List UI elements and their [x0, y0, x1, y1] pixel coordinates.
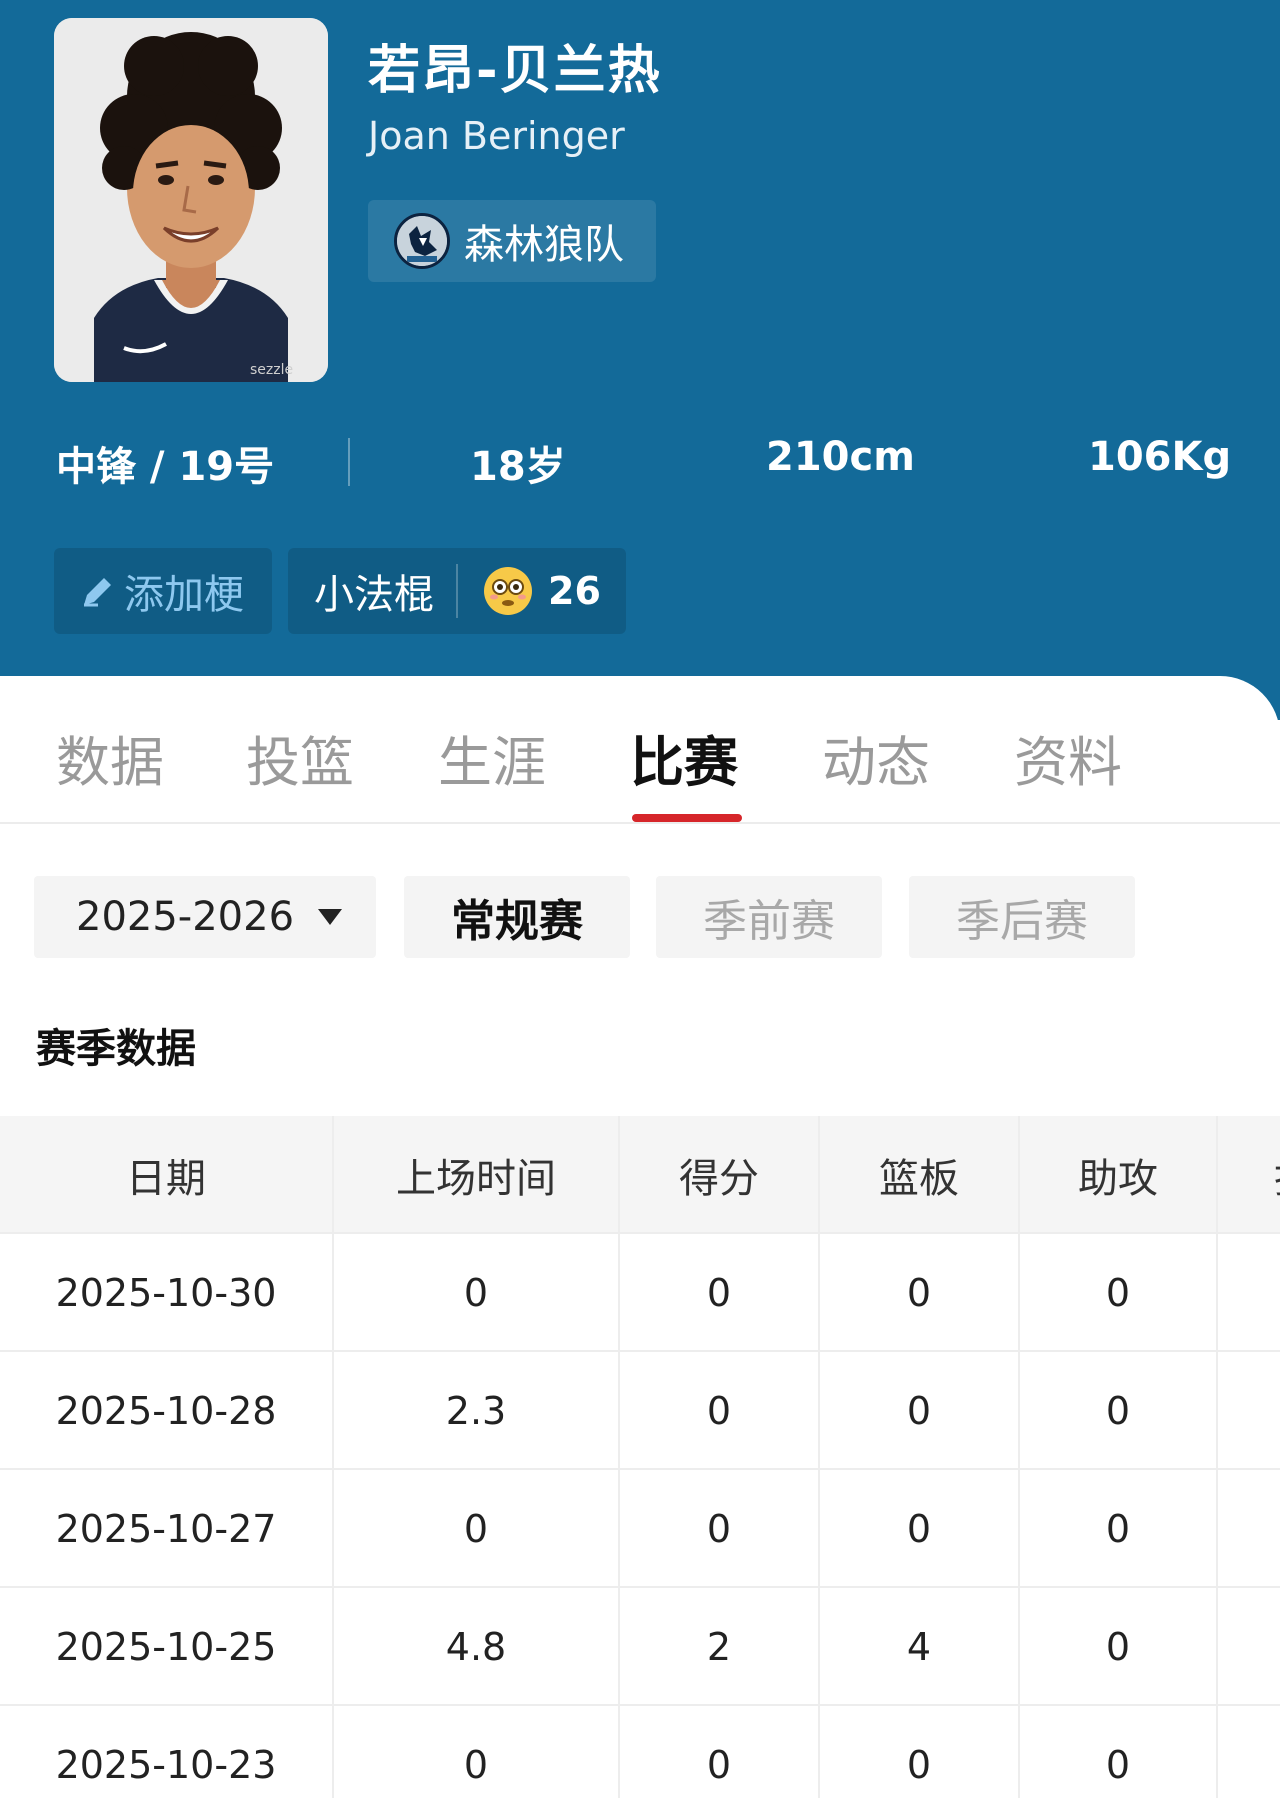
team-badge[interactable]: 森林狼队: [368, 200, 656, 282]
minutes-cell: 0: [334, 1234, 620, 1352]
table-row[interactable]: 2025-10-27 0 0 0 0: [0, 1470, 1280, 1588]
info-divider: [348, 438, 350, 486]
points-cell: 0: [620, 1470, 820, 1588]
minutes-cell: 2.3: [334, 1352, 620, 1470]
steals-cell: [1218, 1352, 1280, 1470]
points-cell: 0: [620, 1706, 820, 1798]
add-nickname-label: 添加梗: [124, 572, 244, 618]
add-nickname-button[interactable]: 添加梗: [54, 548, 272, 634]
column-header[interactable]: 篮板: [820, 1116, 1020, 1234]
minutes-cell: 0: [334, 1470, 620, 1588]
nickname-count: 26: [548, 569, 601, 613]
player-photo: sezzle: [54, 18, 328, 382]
table-row[interactable]: 2025-10-25 4.8 2 4 0: [0, 1588, 1280, 1706]
date-cell: 2025-10-28: [0, 1352, 334, 1470]
steals-cell: [1218, 1588, 1280, 1706]
rebounds-cell: 0: [820, 1706, 1020, 1798]
jersey-sponsor-text: sezzle: [250, 362, 293, 378]
date-cell: 2025-10-25: [0, 1588, 334, 1706]
season-value: 2025-2026: [76, 894, 295, 940]
tab-news[interactable]: 动态: [822, 718, 930, 797]
rebounds-cell: 0: [820, 1352, 1020, 1470]
column-header[interactable]: 得分: [620, 1116, 820, 1234]
points-cell: 0: [620, 1234, 820, 1352]
player-age: 18岁: [470, 444, 566, 490]
wolf-head-icon: [394, 213, 450, 269]
content-panel: 数据 投篮 生涯 比赛 动态 资料 2025-2026 常规赛 季前赛 季后赛 …: [0, 676, 1280, 1798]
nickname-text: 小法棍: [314, 572, 434, 618]
rebounds-cell: 0: [820, 1470, 1020, 1588]
tab-bar: 数据 投篮 生涯 比赛 动态 资料: [0, 676, 1280, 824]
minutes-cell: 0: [334, 1706, 620, 1798]
tab-games[interactable]: 比赛: [630, 718, 738, 797]
steals-cell: [1218, 1234, 1280, 1352]
segment-regular-season[interactable]: 常规赛: [404, 876, 630, 958]
segment-preseason[interactable]: 季前赛: [656, 876, 882, 958]
player-weight: 106Kg: [1088, 434, 1232, 480]
player-header: sezzle 若昂-贝兰热 Joan Beringer 森林狼队 中锋 / 19…: [0, 0, 1280, 720]
tab-career[interactable]: 生涯: [438, 718, 546, 797]
caret-down-icon: [318, 909, 343, 925]
team-name: 森林狼队: [464, 222, 624, 268]
tab-shooting[interactable]: 投篮: [246, 718, 354, 797]
minutes-cell: 4.8: [334, 1588, 620, 1706]
active-tab-indicator: [632, 814, 742, 822]
segment-playoffs[interactable]: 季后赛: [909, 876, 1135, 958]
assists-cell: 0: [1020, 1706, 1218, 1798]
date-cell: 2025-10-23: [0, 1706, 334, 1798]
steals-cell: [1218, 1706, 1280, 1798]
table-row[interactable]: 2025-10-30 0 0 0 0: [0, 1234, 1280, 1352]
column-header[interactable]: 上场时间: [334, 1116, 620, 1234]
assists-cell: 0: [1020, 1234, 1218, 1352]
tab-data[interactable]: 数据: [56, 718, 164, 797]
player-height: 210cm: [766, 434, 915, 480]
season-dropdown[interactable]: 2025-2026: [34, 876, 376, 958]
player-info-row: 中锋 / 19号 18岁 210cm 106Kg: [0, 430, 1280, 494]
pencil-icon: [84, 578, 111, 607]
rebounds-cell: 4: [820, 1588, 1020, 1706]
steals-cell: [1218, 1470, 1280, 1588]
date-cell: 2025-10-30: [0, 1234, 334, 1352]
column-header[interactable]: 抢: [1218, 1116, 1280, 1234]
table-row[interactable]: 2025-10-23 0 0 0 0: [0, 1706, 1280, 1798]
position-number: 中锋 / 19号: [56, 444, 275, 490]
points-cell: 0: [620, 1352, 820, 1470]
flushed-face-icon[interactable]: [482, 565, 534, 617]
tab-profile[interactable]: 资料: [1014, 718, 1122, 797]
rebounds-cell: 0: [820, 1234, 1020, 1352]
nickname-divider: [456, 564, 458, 618]
assists-cell: 0: [1020, 1470, 1218, 1588]
section-title: 赛季数据: [36, 1026, 196, 1072]
player-page: sezzle 若昂-贝兰热 Joan Beringer 森林狼队 中锋 / 19…: [0, 0, 1280, 1798]
column-header[interactable]: 助攻: [1020, 1116, 1218, 1234]
player-name-zh: 若昂-贝兰热: [368, 41, 662, 101]
points-cell: 2: [620, 1588, 820, 1706]
table-row[interactable]: 2025-10-28 2.3 0 0 0: [0, 1352, 1280, 1470]
column-header[interactable]: 日期: [0, 1116, 334, 1234]
date-cell: 2025-10-27: [0, 1470, 334, 1588]
assists-cell: 0: [1020, 1352, 1218, 1470]
nickname-chip[interactable]: 小法棍 26: [288, 548, 626, 634]
player-name-en: Joan Beringer: [368, 114, 625, 158]
assists-cell: 0: [1020, 1588, 1218, 1706]
table-header-row: 日期 上场时间 得分 篮板 助攻 抢: [0, 1116, 1280, 1234]
game-log-table: 日期 上场时间 得分 篮板 助攻 抢 2025-10-30 0 0 0 0 20…: [0, 1116, 1280, 1798]
